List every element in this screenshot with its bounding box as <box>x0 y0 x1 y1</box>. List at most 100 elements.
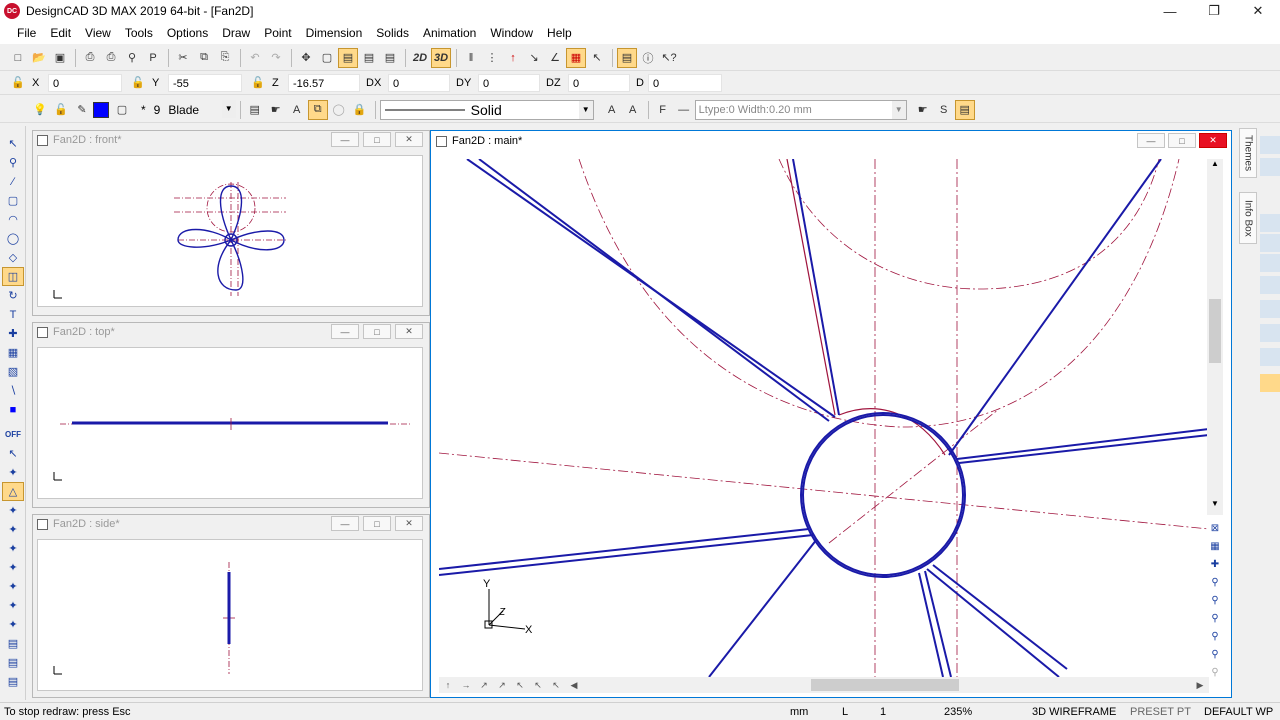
side-viewport-canvas[interactable] <box>37 539 423 691</box>
measure-icon[interactable]: ↘ <box>524 48 544 68</box>
zoom-in-icon[interactable]: ⚲ <box>1207 609 1223 627</box>
top-close-button[interactable]: ✕ <box>395 324 423 339</box>
undo-icon[interactable]: ↶ <box>245 48 265 68</box>
snap-perp-icon[interactable]: ✦ <box>2 596 24 615</box>
menu-window[interactable]: Window <box>483 26 540 40</box>
rotate-icon[interactable]: ↻ <box>2 286 24 305</box>
front-close-button[interactable]: ✕ <box>395 132 423 147</box>
d-value-field[interactable]: 0 <box>648 73 722 92</box>
status-preset[interactable]: PRESET PT <box>1130 706 1191 718</box>
close-button[interactable]: ✕ <box>1236 0 1280 22</box>
save-icon[interactable]: ▣ <box>50 48 70 68</box>
print-setup-icon[interactable]: ⎙ <box>101 48 121 68</box>
layer-lock-icon[interactable]: 🔓 <box>51 100 71 120</box>
grid-toggle-icon[interactable]: ▦ <box>1207 537 1223 555</box>
mode-2d-button[interactable]: 2D <box>410 48 430 68</box>
open-folder-icon[interactable]: 📂 <box>29 48 49 68</box>
zoom-icon[interactable]: ⚲ <box>2 153 24 172</box>
circle-icon[interactable]: ◯ <box>2 229 24 248</box>
grid-snap-icon[interactable]: ⋮ <box>482 48 502 68</box>
view-nav-up-icon[interactable]: ↑ <box>439 678 457 692</box>
menu-file[interactable]: File <box>10 26 43 40</box>
layer-bulb-icon[interactable]: 💡 <box>30 100 50 120</box>
dock-tool-icon[interactable] <box>1260 254 1280 272</box>
view-close-icon[interactable]: ⊠ <box>1207 519 1223 537</box>
dock-palette-icon[interactable] <box>1260 348 1280 366</box>
view-front-icon[interactable]: ▤ <box>338 47 358 68</box>
linestyle-dropdown-arrow-icon[interactable]: ▼ <box>578 100 593 119</box>
font-size-icon[interactable]: A <box>602 100 622 120</box>
themes-tab[interactable]: Themes <box>1239 128 1257 178</box>
pan-cross-icon[interactable]: ✚ <box>1207 555 1223 573</box>
menu-tools[interactable]: Tools <box>118 26 160 40</box>
main-viewport-canvas[interactable]: Y X Z <box>439 159 1209 677</box>
menu-options[interactable]: Options <box>160 26 215 40</box>
main-close-button[interactable]: ✕ <box>1199 133 1227 148</box>
minimize-button[interactable]: — <box>1148 0 1192 22</box>
info-box-tab[interactable]: Info Box <box>1239 192 1257 244</box>
linestyle-select[interactable]: Solid ▼ <box>379 99 594 120</box>
snap-int-icon[interactable]: ✦ <box>2 577 24 596</box>
point-select-icon[interactable]: ◫ <box>2 267 24 286</box>
menu-draw[interactable]: Draw <box>215 26 257 40</box>
view-nav-diag5-icon[interactable]: ↖ <box>547 678 565 692</box>
menu-solids[interactable]: Solids <box>369 26 416 40</box>
text-style-icon[interactable]: A <box>287 100 307 120</box>
snap-icon[interactable]: ✦ <box>2 463 24 482</box>
hand-icon[interactable]: ☛ <box>266 100 286 120</box>
view-nav-diag2-icon[interactable]: ↗ <box>493 678 511 692</box>
status-workplane[interactable]: DEFAULT WP <box>1204 706 1273 718</box>
copy-icon[interactable]: ⧉ <box>194 48 214 68</box>
front-viewport-canvas[interactable] <box>37 155 423 307</box>
main-minimize-button[interactable]: — <box>1137 133 1165 148</box>
menu-view[interactable]: View <box>78 26 118 40</box>
zoom-extents-icon[interactable]: ⚲ <box>1207 573 1223 591</box>
main-maximize-button[interactable]: □ <box>1168 133 1196 148</box>
new-file-icon[interactable]: □ <box>8 48 28 68</box>
paste-icon[interactable]: ⎘ <box>215 48 235 68</box>
front-minimize-button[interactable]: — <box>331 132 359 147</box>
zoom-previous-icon[interactable]: ⚲ <box>1207 645 1223 663</box>
snap-off-icon[interactable]: OFF <box>2 425 24 444</box>
layer-select[interactable]: 9 Blade ▼ <box>153 99 236 120</box>
zoom-out-icon[interactable]: ⚲ <box>1207 627 1223 645</box>
view-top-icon[interactable]: ▤ <box>359 48 379 68</box>
snap-center-icon[interactable]: ✦ <box>2 501 24 520</box>
dock-brush-icon[interactable] <box>1260 324 1280 342</box>
scroll-left-icon[interactable]: ◀ <box>565 678 583 692</box>
attribute-settings-icon[interactable]: ▤ <box>954 99 975 120</box>
lock-x-icon[interactable]: 🔓 <box>8 73 28 93</box>
snap-quad-icon[interactable]: ▤ <box>2 634 24 653</box>
top-minimize-button[interactable]: — <box>331 324 359 339</box>
dock-tool-icon[interactable] <box>1260 214 1280 232</box>
dock-text-icon[interactable] <box>1260 300 1280 318</box>
scroll-down-icon[interactable]: ▼ <box>1207 499 1223 515</box>
select-arrow-icon[interactable]: ↖ <box>2 444 24 463</box>
dock-tool-icon[interactable] <box>1260 276 1280 294</box>
current-color-swatch[interactable] <box>93 101 109 118</box>
dx-value-field[interactable]: 0 <box>388 73 450 92</box>
front-maximize-button[interactable]: □ <box>363 132 391 147</box>
scroll-up-icon[interactable]: ▲ <box>1207 159 1223 175</box>
fill-pattern-icon[interactable]: ▢ <box>112 100 132 120</box>
snap-tan-icon[interactable]: ✦ <box>2 615 24 634</box>
help-context-icon[interactable]: ↖? <box>659 48 679 68</box>
dz-value-field[interactable]: 0 <box>568 73 630 92</box>
properties-icon[interactable]: ▤ <box>617 47 637 68</box>
move-icon[interactable]: ↑ <box>503 48 523 68</box>
view-nav-diag3-icon[interactable]: ↖ <box>511 678 529 692</box>
dock-tool-icon[interactable] <box>1260 234 1280 252</box>
dock-settings-icon[interactable] <box>1260 374 1280 392</box>
select-icon[interactable]: ↖ <box>587 48 607 68</box>
main-vertical-scrollbar[interactable]: ▲ ▼ <box>1207 159 1223 515</box>
print-icon[interactable]: ⎙ <box>80 48 100 68</box>
layer-dropdown-arrow-icon[interactable]: ▼ <box>221 99 236 118</box>
mode-3d-button[interactable]: 3D <box>431 47 451 68</box>
snap-grid-icon[interactable]: ▦ <box>566 47 586 68</box>
cut-icon[interactable]: ✂ <box>173 48 193 68</box>
ltype-dropdown-arrow-icon[interactable]: ▼ <box>891 100 906 119</box>
arc-icon[interactable]: ◠ <box>2 210 24 229</box>
menu-edit[interactable]: Edit <box>43 26 78 40</box>
view-nav-diag1-icon[interactable]: ↗ <box>475 678 493 692</box>
font-f-icon[interactable]: F <box>653 100 673 120</box>
